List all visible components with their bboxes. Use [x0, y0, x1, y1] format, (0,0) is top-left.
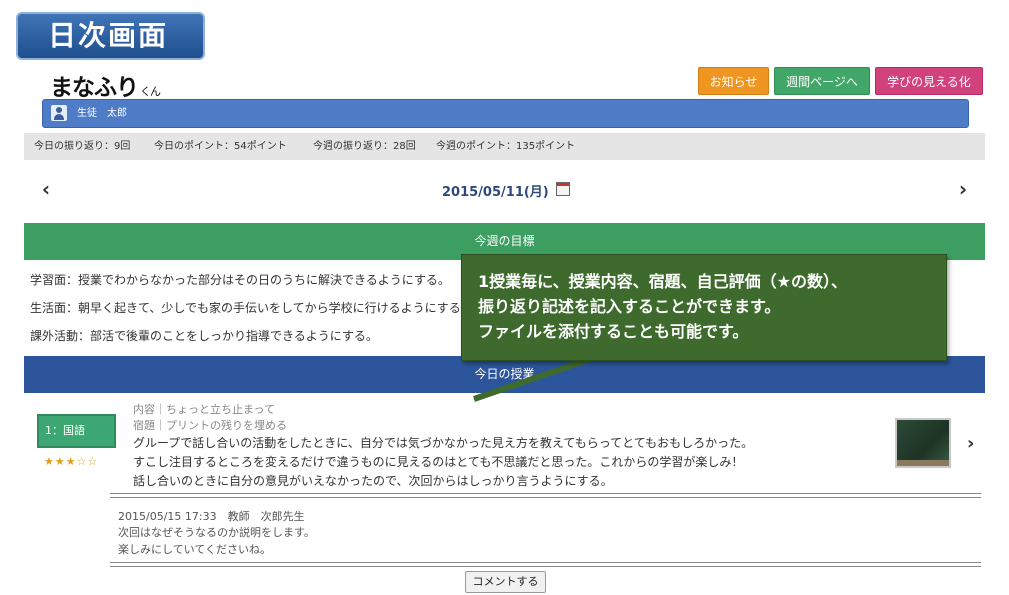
- callout-line-3: ファイルを添付することも可能です。: [478, 322, 749, 341]
- goal-extracurricular: 課外活動：部活で後輩のことをしっかり指導できるようにする。: [30, 329, 378, 343]
- comment-meta: 2015/05/15 17:33 教師 次郎先生: [118, 510, 305, 523]
- screen-title-badge: 日次画面: [16, 12, 205, 60]
- today-points-stat: 今日のポイント：54ポイント: [154, 141, 287, 152]
- divider: [110, 493, 981, 494]
- next-day-arrow-icon[interactable]: ›: [953, 177, 973, 201]
- weekly-page-button[interactable]: 週間ページへ: [774, 67, 870, 95]
- callout-line-1: 1授業毎に、授業内容、宿題、自己評価（★の数）、: [478, 272, 847, 291]
- divider: [110, 497, 981, 498]
- star-rating: ★★★☆☆: [44, 455, 99, 468]
- attachment-thumbnail[interactable]: [895, 418, 951, 468]
- comment-line-2: 楽しみにしていてくださいね。: [118, 543, 272, 556]
- callout-line-2: 振り返り記述を記入することができます。: [478, 297, 781, 316]
- lesson-detail-arrow-icon[interactable]: ›: [967, 433, 974, 454]
- app-logo-suffix: くん: [140, 85, 161, 98]
- lesson-homework: 宿題｜プリントの残りを埋める: [133, 419, 287, 432]
- week-reflections-stat: 今週の振り返り：28回: [313, 141, 416, 152]
- week-points-stat: 今週のポイント：135ポイント: [436, 141, 576, 152]
- date-navigation: ‹ 2015/05/11(月) ›: [24, 175, 985, 205]
- notice-button[interactable]: お知らせ: [698, 67, 769, 95]
- stats-bar: 今日の振り返り：9回 今日のポイント：54ポイント 今週の振り返り：28回 今週…: [24, 133, 985, 160]
- comment-line-1: 次回はなぜそうなるのか説明をします。: [118, 526, 315, 539]
- visualize-learning-button[interactable]: 学びの見える化: [875, 67, 983, 95]
- prev-day-arrow-icon[interactable]: ‹: [36, 177, 56, 201]
- lesson-content: 内容｜ちょっと立ち止まって: [133, 403, 276, 416]
- user-bar: 生徒 太郎: [42, 99, 969, 128]
- reflection-line-3: 話し合いのときに自分の意見がいえなかったので、次回からはしっかり言うようにする。: [133, 474, 613, 488]
- goal-life: 生活面：朝早く起きて、少しでも家の手伝いをしてから学校に行けるようにする。: [30, 301, 473, 315]
- divider: [110, 562, 981, 563]
- app-logo: まなふり くん: [50, 68, 161, 102]
- user-name: 生徒 太郎: [77, 108, 127, 119]
- user-icon: [51, 105, 67, 121]
- app-logo-text: まなふり: [50, 75, 139, 101]
- comment-button[interactable]: コメントする: [465, 571, 546, 593]
- today-reflections-stat: 今日の振り返り：9回: [34, 141, 131, 152]
- reflection-line-1: グループで話し合いの活動をしたときに、自分では気づかなかった見え方を教えてもらっ…: [133, 436, 754, 450]
- reflection-line-2: すこし注目するところを変えるだけで違うものに見えるのはとても不思議だと思った。こ…: [133, 455, 744, 469]
- subject-badge[interactable]: 1：国語: [37, 414, 116, 448]
- feature-callout: 1授業毎に、授業内容、宿題、自己評価（★の数）、 振り返り記述を記入することがで…: [461, 254, 947, 361]
- goal-study: 学習面：授業でわからなかった部分はその日のうちに解決できるようにする。: [30, 273, 450, 287]
- divider: [110, 566, 981, 567]
- calendar-icon[interactable]: [556, 182, 570, 196]
- current-date: 2015/05/11(月): [442, 185, 549, 200]
